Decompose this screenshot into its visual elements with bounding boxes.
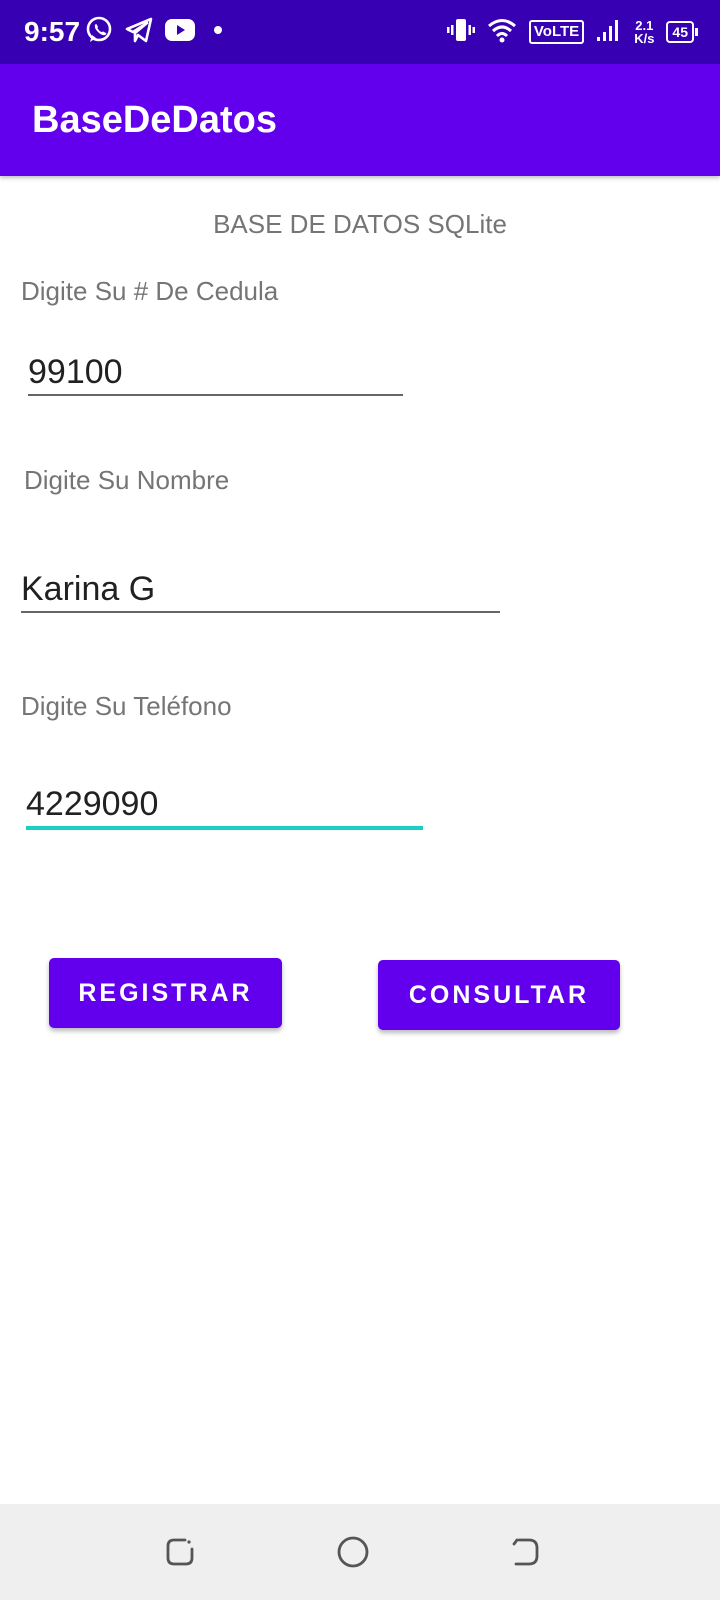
telefono-field-container xyxy=(26,782,423,830)
consult-button[interactable]: CONSULTAR xyxy=(378,960,620,1030)
page-heading: BASE DE DATOS SQLite xyxy=(213,209,507,239)
back-icon[interactable] xyxy=(505,1532,545,1572)
battery-tip xyxy=(695,28,698,36)
status-bar: 9:57 VoLTE 2.1 K/s 45 xyxy=(0,0,720,64)
status-time: 9:57 xyxy=(24,16,81,47)
app-title: BaseDeDatos xyxy=(32,99,277,141)
app-bar: BaseDeDatos xyxy=(0,64,720,176)
battery-level: 45 xyxy=(666,21,694,43)
battery-icon: 45 xyxy=(666,21,698,43)
nombre-label: Digite Su Nombre xyxy=(24,465,230,495)
cedula-field-container xyxy=(28,350,403,396)
telegram-icon xyxy=(124,15,154,50)
nombre-field-container xyxy=(21,567,500,613)
cedula-label: Digite Su # De Cedula xyxy=(21,276,279,306)
vibrate-icon xyxy=(446,16,475,49)
telefono-label: Digite Su Teléfono xyxy=(21,691,232,721)
recents-icon[interactable] xyxy=(160,1532,200,1572)
notification-icons xyxy=(84,16,230,48)
system-icons: VoLTE 2.1 K/s 45 xyxy=(446,14,698,50)
network-speed: 2.1 K/s xyxy=(634,19,654,45)
volte-indicator: VoLTE xyxy=(528,20,585,44)
signal-icon xyxy=(596,17,622,48)
wifi-icon xyxy=(487,17,517,48)
navigation-bar xyxy=(0,1504,720,1600)
nombre-input[interactable] xyxy=(21,567,500,611)
network-speed-unit: K/s xyxy=(634,31,655,46)
home-icon[interactable] xyxy=(333,1532,373,1572)
youtube-icon xyxy=(164,17,196,48)
register-button[interactable]: REGISTRAR xyxy=(49,958,282,1028)
telefono-input[interactable] xyxy=(26,782,423,826)
notification-dot-icon xyxy=(206,18,230,47)
cedula-input[interactable] xyxy=(28,350,403,394)
whatsapp-icon xyxy=(84,15,114,50)
